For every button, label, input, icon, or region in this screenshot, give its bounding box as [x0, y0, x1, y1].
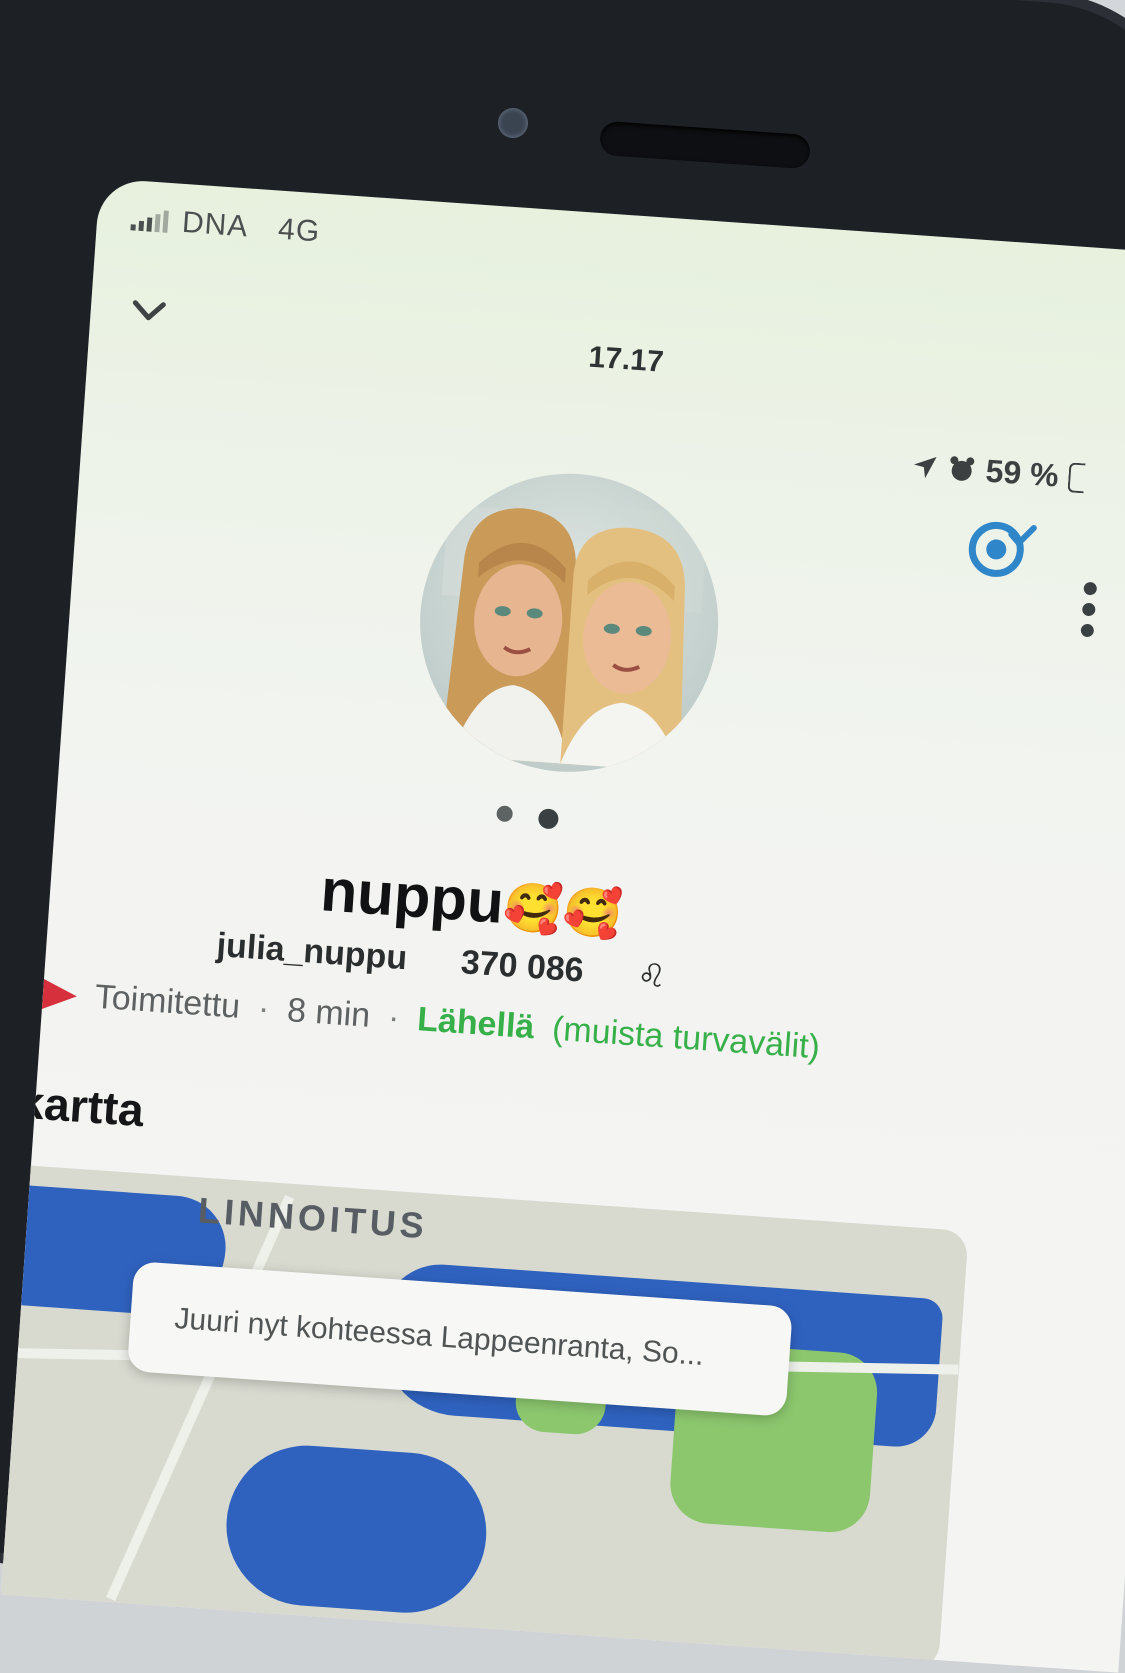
- proximity-note: (muista turvavälit): [550, 1009, 822, 1067]
- page-indicator: [496, 805, 560, 830]
- status-bar-left: DNA 4G: [130, 202, 321, 249]
- delivery-status: Toimitettu: [93, 977, 242, 1026]
- status-time: 17.17: [587, 340, 665, 379]
- display-name-text: nuppu: [318, 856, 507, 936]
- snapcode-scan-icon[interactable]: [964, 509, 1039, 584]
- proximity-status: Lähellä: [416, 1000, 536, 1047]
- status-bar-right: 59 %: [911, 447, 1086, 496]
- location-arrow-icon: [914, 456, 937, 478]
- page-dot: [496, 805, 514, 823]
- chat-status-row: Toimitettu · 8 min · Lähellä (muista tur…: [41, 974, 822, 1067]
- friendship-bitmoji-image: [440, 505, 709, 772]
- display-name-emoji: 🥰🥰: [501, 880, 625, 943]
- signal-icon: [130, 208, 169, 233]
- alarm-icon: [950, 455, 975, 481]
- separator-dot: ·: [256, 989, 271, 1028]
- battery-percent: 59 %: [984, 452, 1060, 494]
- separator-dot: ·: [386, 998, 401, 1037]
- network-label: 4G: [277, 212, 322, 249]
- username[interactable]: julia_nuppu: [215, 926, 408, 978]
- carrier-label: DNA: [180, 205, 250, 244]
- battery-icon: [1067, 461, 1086, 493]
- zodiac-icon[interactable]: ♌: [636, 955, 667, 995]
- bitmoji-avatar[interactable]: [410, 463, 729, 782]
- snap-map-preview[interactable]: LINNOITUS: [0, 1161, 969, 1671]
- delivery-time: 8 min: [285, 991, 372, 1035]
- current-location-text: Juuri nyt kohteessa Lappeenranta, So...: [173, 1302, 705, 1372]
- map-water: [221, 1440, 492, 1619]
- sent-arrow-icon: [41, 978, 78, 1011]
- profile-screen: DNA 4G 17.17 59 % nuppu🥰🥰 julia_nuppu 37…: [0, 178, 1125, 1673]
- chevron-down-icon[interactable]: [130, 291, 168, 329]
- map-area-label: LINNOITUS: [196, 1189, 430, 1247]
- more-options-icon[interactable]: [1080, 581, 1098, 638]
- display-name: nuppu🥰🥰: [318, 855, 625, 945]
- page-dot-active: [537, 808, 560, 830]
- snap-score[interactable]: 370 086: [460, 943, 585, 990]
